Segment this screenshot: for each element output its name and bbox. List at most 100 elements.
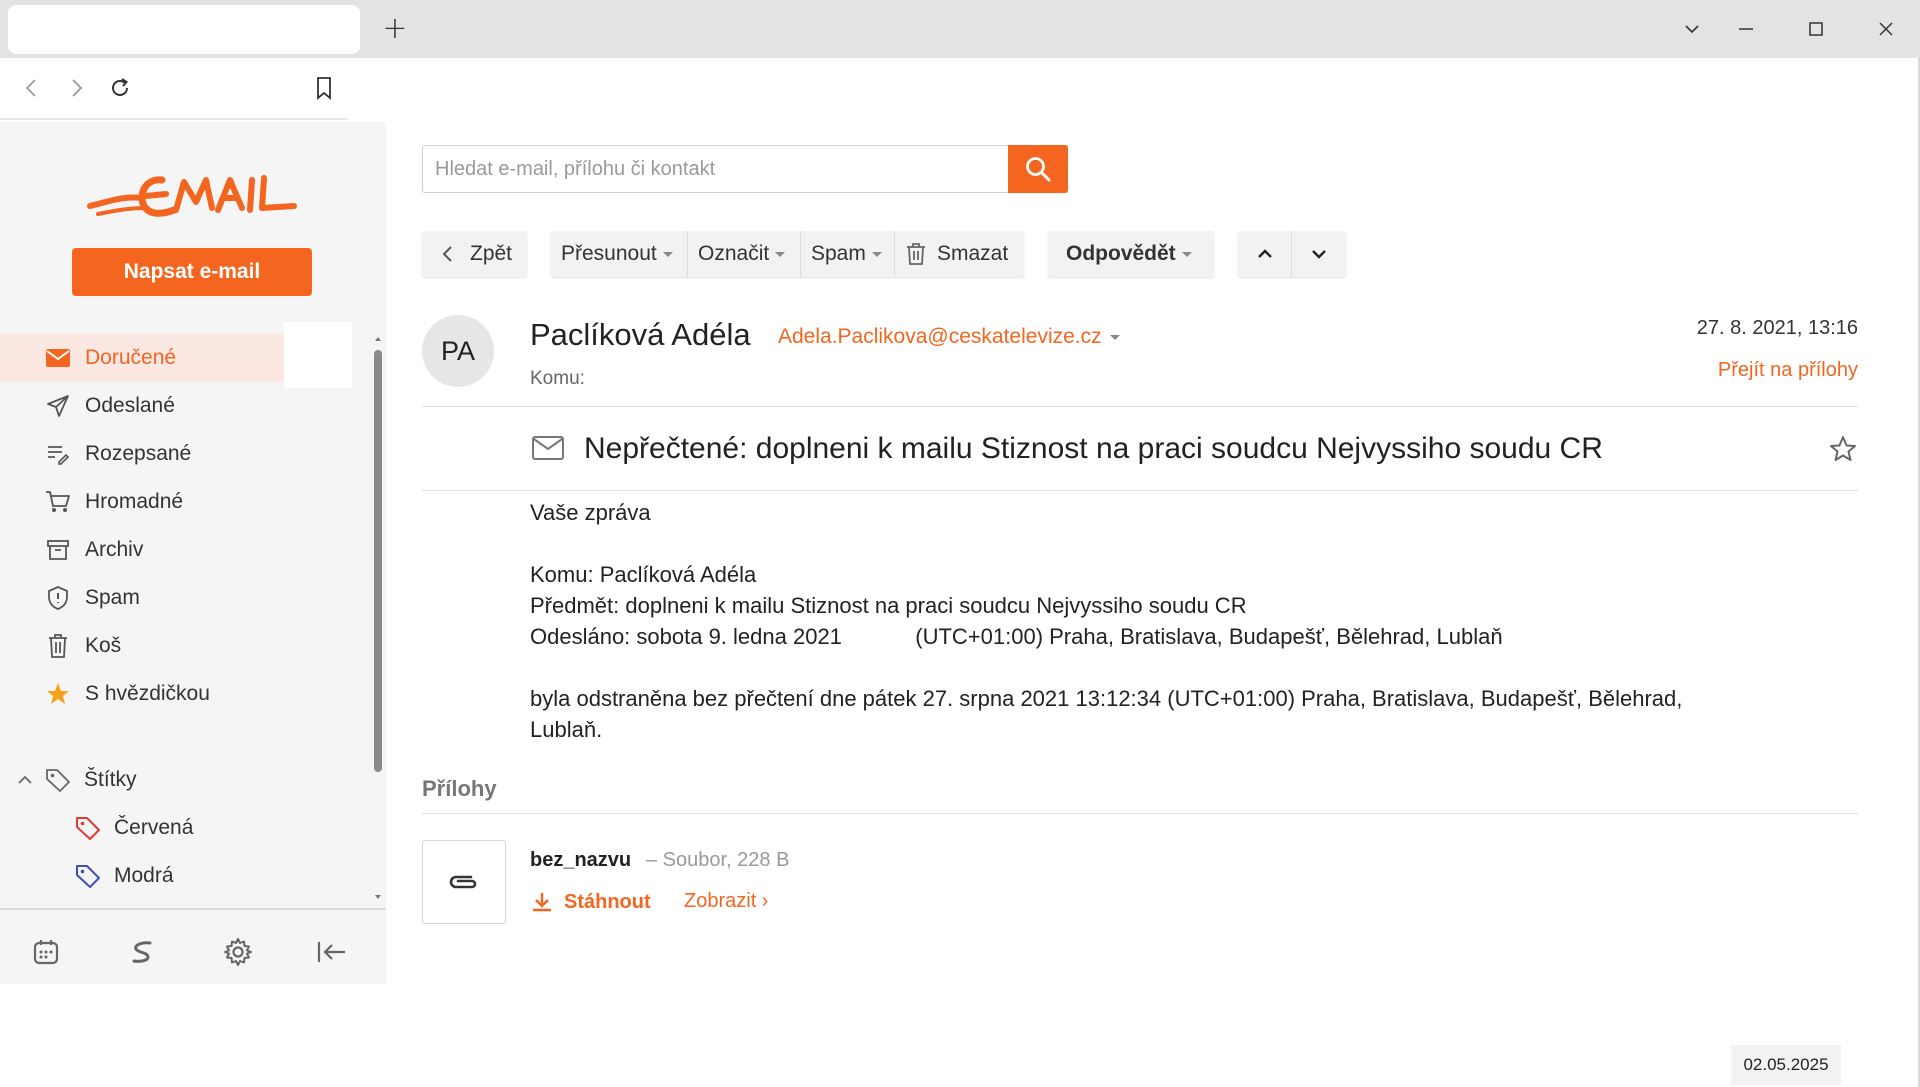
folder-trash[interactable]: Koš [0, 622, 370, 670]
browser-tab[interactable] [8, 5, 360, 54]
folder-label: Rozepsané [85, 442, 192, 465]
chevron-right-icon [72, 79, 83, 97]
sender-email: Adela.Paclikova@ceskatelevize.cz [778, 325, 1102, 348]
star-icon [44, 680, 72, 708]
message-subject: Nepřečtené: doplneni k mailu Stiznost na… [584, 432, 1603, 465]
sidebar-scrollbar-thumb[interactable] [374, 350, 382, 772]
body-line: Předmět: doplneni k mailu Stiznost na pr… [530, 593, 1247, 618]
star-toggle-icon[interactable] [1828, 434, 1858, 464]
tab-list-button[interactable] [1672, 10, 1712, 48]
inbox-icon [44, 344, 72, 372]
folder-drafts[interactable]: Rozepsané [0, 430, 370, 478]
forward-nav-button[interactable] [58, 70, 94, 106]
calendar-icon [33, 940, 59, 965]
folder-label: Doručené [85, 346, 177, 369]
header-divider [422, 406, 1858, 407]
bookmark-button[interactable] [306, 70, 342, 106]
caret-icon [871, 251, 882, 257]
trash-icon [44, 632, 72, 660]
chevron-down-icon [1685, 25, 1699, 34]
search-button[interactable] [1008, 145, 1068, 193]
settings-button[interactable] [218, 932, 258, 972]
search-input[interactable] [422, 145, 1068, 193]
seznam-button[interactable] [122, 932, 162, 972]
folder-inbox[interactable]: Doručené [0, 334, 284, 382]
close-button[interactable] [1866, 10, 1906, 48]
label-blue[interactable]: Modrá [0, 852, 370, 900]
label-red[interactable]: Červená [0, 804, 370, 852]
folder-starred[interactable]: S hvězdičkou [0, 670, 370, 718]
maximize-button[interactable] [1796, 10, 1836, 48]
back-button[interactable]: Zpět [422, 231, 522, 277]
folder-archive[interactable]: Archiv [0, 526, 370, 574]
attachment-name: bez_nazvu [530, 849, 632, 871]
move-button[interactable]: Přesunout [551, 231, 688, 277]
subject-divider [422, 490, 1858, 491]
delete-button[interactable]: Smazat [895, 231, 1024, 277]
shield-icon [44, 584, 72, 612]
reply-toolbar: Odpovědět [1048, 231, 1214, 277]
go-to-attachments-link[interactable]: Přejít na přílohy [1718, 359, 1858, 382]
close-icon [1879, 22, 1893, 36]
calendar-button[interactable] [26, 932, 66, 972]
email-logo[interactable] [84, 166, 300, 228]
next-message-button[interactable] [1292, 231, 1346, 277]
chevron-up-icon [18, 775, 32, 784]
red-tag-icon [76, 817, 100, 840]
send-icon [44, 392, 72, 420]
sidebar: Napsat e-mail Doručené Odeslané Rozepsan… [0, 122, 386, 984]
sidebar-divider [0, 908, 386, 910]
sender-email-link[interactable]: Adela.Paclikova@ceskatelevize.cz [778, 325, 1120, 349]
collapse-left-icon [317, 942, 345, 962]
reply-button[interactable]: Odpovědět [1048, 231, 1202, 277]
download-attachment-button[interactable]: Stáhnout [530, 890, 651, 914]
compose-button[interactable]: Napsat e-mail [72, 248, 312, 296]
gear-icon [224, 938, 252, 966]
body-line: Lublaň. [530, 717, 603, 742]
sender-name: Paclíková Adéla [530, 317, 751, 352]
spam-button[interactable]: Spam [801, 231, 895, 277]
folder-bulk[interactable]: Hromadné [0, 478, 370, 526]
avatar: PA [422, 315, 494, 387]
previous-message-button[interactable] [1238, 231, 1292, 277]
chevron-down-icon [1312, 250, 1326, 259]
recipient-label: Komu: [530, 368, 585, 389]
bookmark-icon [317, 77, 331, 100]
body-line: Odesláno: sobota 9. ledna 2021 (UTC+01:0… [530, 624, 1503, 649]
view-attachment-link[interactable]: Zobrazit › [684, 890, 768, 913]
caret-icon [1109, 334, 1120, 340]
label-name: Modrá [114, 864, 174, 887]
caret-icon [662, 251, 673, 257]
browser-navbar [0, 58, 348, 120]
download-label: Stáhnout [564, 890, 651, 913]
action-toolbar: Přesunout Označit Spam Smazat [551, 231, 1024, 277]
folder-label: Odeslané [85, 394, 175, 417]
folder-spam[interactable]: Spam [0, 574, 370, 622]
blue-tag-icon [76, 865, 100, 888]
archive-icon [44, 536, 72, 564]
reload-button[interactable] [102, 70, 138, 106]
caret-icon [775, 251, 786, 257]
minimize-button[interactable] [1726, 10, 1766, 48]
collapse-sidebar-button[interactable] [312, 932, 352, 972]
seznam-logo-icon [132, 941, 152, 963]
tag-icon [46, 769, 70, 792]
spam-label: Spam [811, 242, 866, 265]
attachment-meta: – Soubor, 228 B [646, 849, 790, 871]
attachment-thumbnail[interactable] [422, 840, 506, 924]
new-tab-button[interactable]: + [380, 10, 410, 48]
folder-sent[interactable]: Odeslané [0, 382, 370, 430]
nav-toolbar [1238, 231, 1346, 277]
folder-label: Koš [85, 634, 122, 657]
labels-section-toggle[interactable]: Štítky [0, 756, 370, 804]
move-label: Přesunout [561, 242, 657, 265]
body-line: byla odstraněna bez přečtení dne pátek 2… [530, 686, 1683, 711]
minimize-icon [1739, 28, 1753, 30]
cart-icon [44, 488, 72, 516]
body-line: Komu: Paclíková Adéla [530, 562, 757, 587]
message-date: 27. 8. 2021, 13:16 [1696, 317, 1858, 339]
mark-button[interactable]: Označit [688, 231, 801, 277]
sidebar-footer [0, 922, 386, 982]
chevron-left-icon [25, 79, 36, 97]
back-nav-button[interactable] [14, 70, 50, 106]
